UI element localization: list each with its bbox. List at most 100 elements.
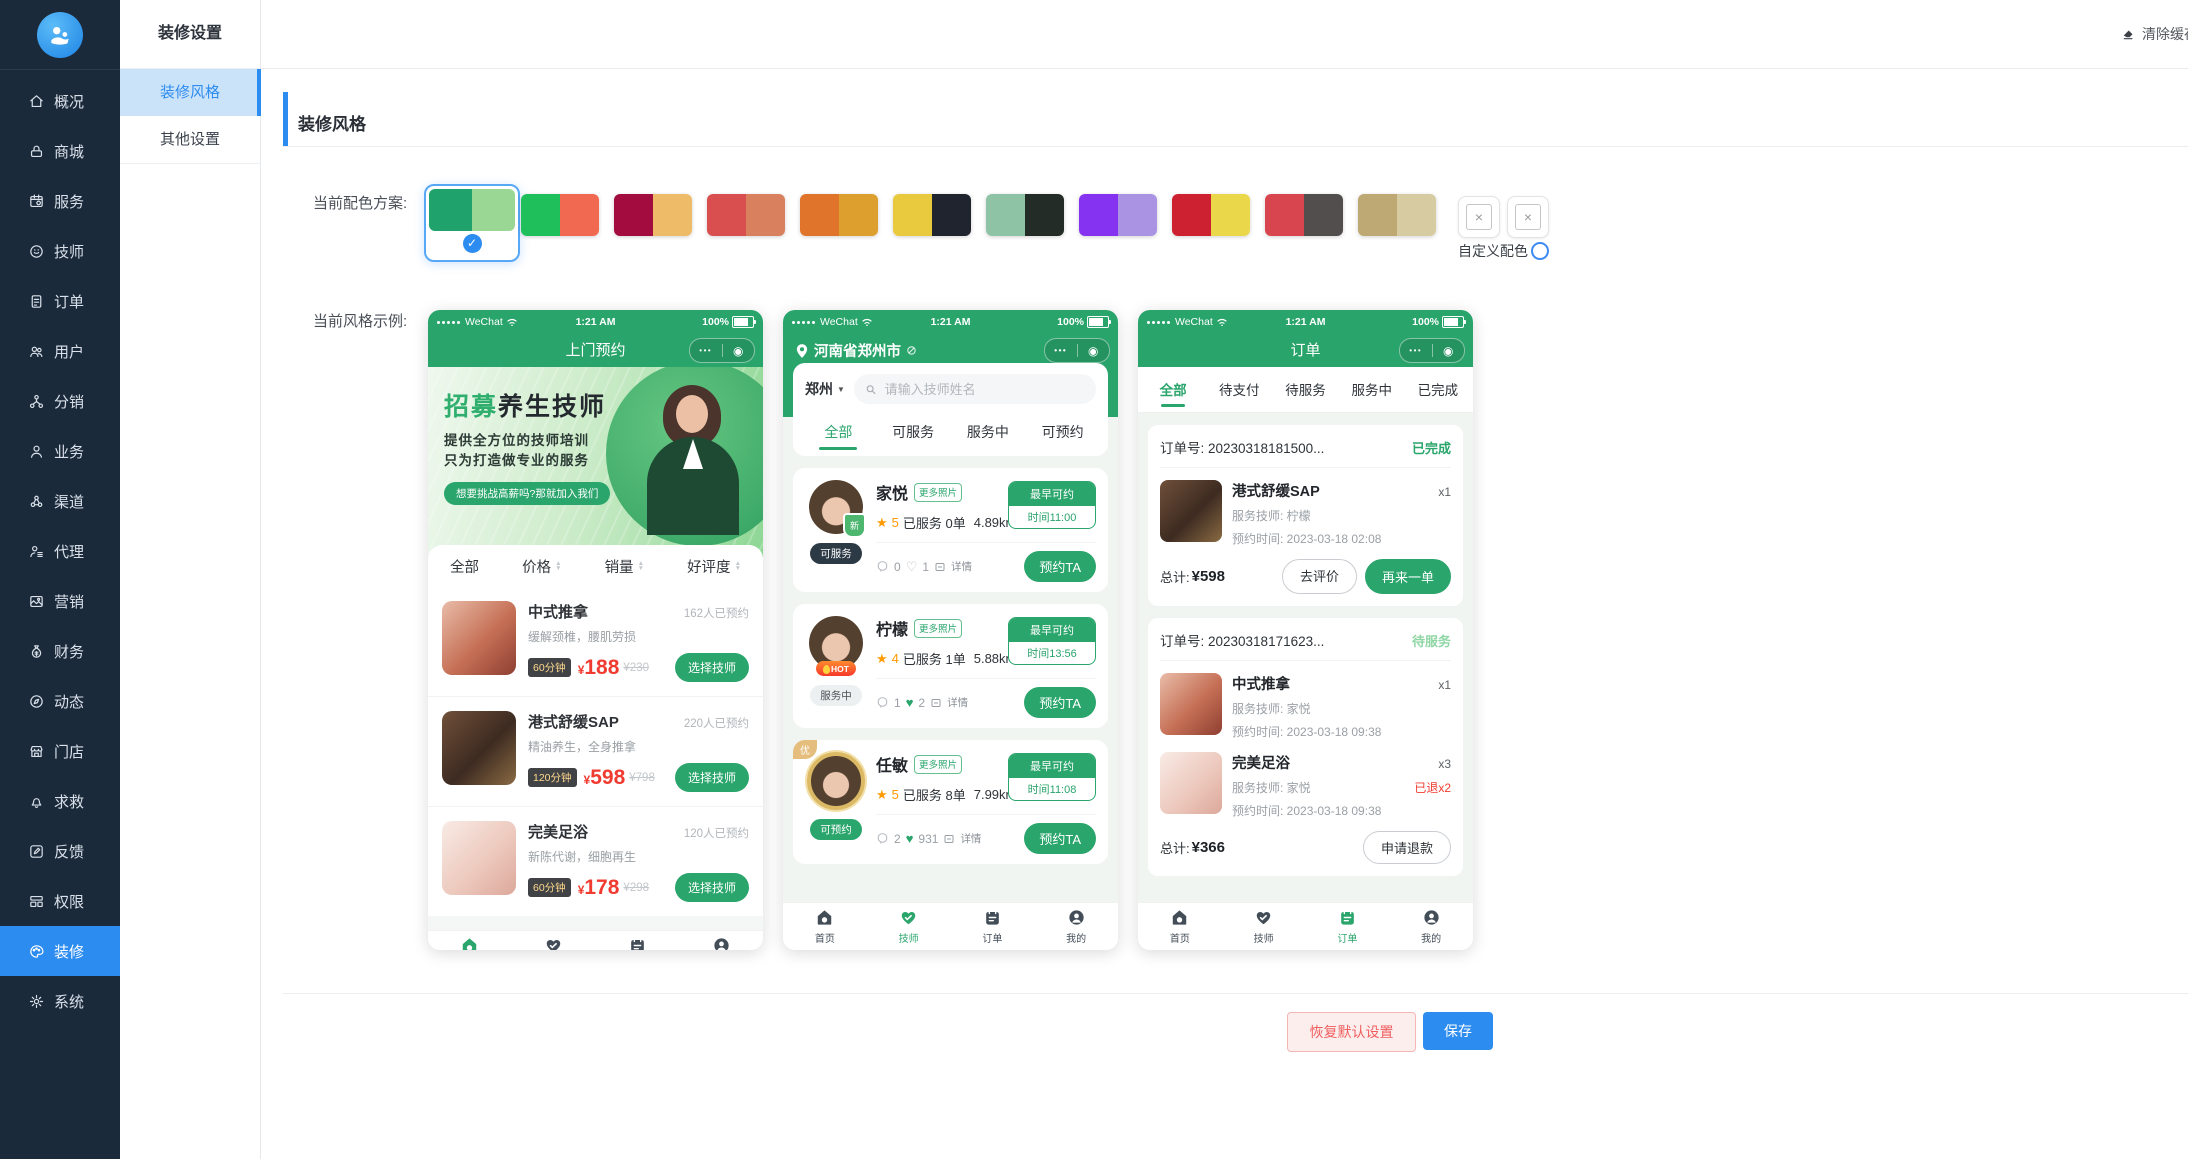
app-logo[interactable] [37, 12, 83, 58]
color-scheme-swatch[interactable] [614, 194, 692, 236]
order-card: 订单号: 20230318171623... 待服务 中式推拿x1 服务技师: … [1148, 618, 1463, 876]
color-scheme-swatch[interactable] [707, 194, 785, 236]
technician-page-body: 郑州▼ 全部 可服务 服务中 可预约 新 [783, 367, 1118, 902]
technician-avatar: 新 [809, 480, 863, 534]
status-badge: 可服务 [810, 543, 862, 564]
order-item-time: 预约时间: 2023-03-18 02:08 [1232, 530, 1381, 547]
sidebar-item-decoration[interactable]: 装修 [0, 926, 120, 976]
tab-unpaid: 待支付 [1206, 367, 1272, 412]
swatch-primary-color [521, 194, 560, 236]
new-badge: 新 [843, 513, 866, 538]
color-scheme-swatch[interactable] [1172, 194, 1250, 236]
close-circle-icon: ◉ [723, 344, 755, 358]
main-content: 清除缓存 装修风格 当前配色方案: ✓ × × 自定义配色 当前风格示例: [260, 0, 2188, 1159]
order-status: 待服务 [1412, 631, 1451, 650]
service-photo [442, 601, 516, 675]
color-scheme-swatch[interactable] [986, 194, 1064, 236]
sidebar-item-stores[interactable]: 门店 [0, 726, 120, 776]
style-preview-phone-technicians: WeChat 1:21 AM 100% 河南省郑州市 ••• ◉ 郑州▼ [783, 310, 1118, 950]
status-bar: WeChat 1:21 AM 100% [1138, 310, 1473, 334]
earliest-time: 时间11:08 [1009, 778, 1095, 800]
order-item: 中式推拿x1 服务技师: 家悦 预约时间: 2023-03-18 09:38 [1160, 673, 1451, 740]
sidebar-item-orders[interactable]: 订单 [0, 276, 120, 326]
color-scheme-swatch[interactable] [893, 194, 971, 236]
clock-label: 1:21 AM [1138, 316, 1473, 328]
profile-tab-icon [1067, 908, 1086, 927]
swatch-secondary-color [932, 194, 971, 236]
like-icon: ♥ [906, 831, 914, 846]
save-button[interactable]: 保存 [1423, 1012, 1493, 1050]
sidebar-item-label: 商城 [54, 141, 84, 162]
earliest-label: 最早可约 [1009, 618, 1095, 642]
status-bar: WeChat 1:21 AM 100% [783, 310, 1118, 334]
sidebar-item-label: 权限 [54, 891, 84, 912]
subsidebar-item-other-settings[interactable]: 其他设置 [120, 116, 260, 163]
like-count: 2 [918, 696, 925, 710]
more-icon: ••• [1045, 346, 1077, 355]
sidebar-item-business[interactable]: 业务 [0, 426, 120, 476]
order-item-name: 港式舒缓SAP [1232, 480, 1320, 501]
custom-primary-color-picker[interactable]: × [1458, 196, 1500, 238]
refunded-badge: 已退x2 [1414, 779, 1451, 796]
lock-bag-icon [28, 143, 45, 160]
technician-filter-tabs: 全部 可服务 服务中 可预约 [793, 409, 1108, 456]
sidebar-item-channels[interactable]: 渠道 [0, 476, 120, 526]
banner-join-pill: 想要挑战高薪吗?那就加入我们 [444, 482, 610, 505]
sidebar-item-mall[interactable]: 商城 [0, 126, 120, 176]
sidebar-item-distribution[interactable]: 分销 [0, 376, 120, 426]
color-scheme-swatch[interactable] [1079, 194, 1157, 236]
sort-sales: 销量▲▼ [605, 556, 644, 577]
home-tab-icon [460, 936, 479, 950]
detail-label: 详情 [951, 559, 972, 574]
subsidebar-item-decoration-style[interactable]: 装修风格 [120, 69, 260, 116]
color-scheme-swatch[interactable] [800, 194, 878, 236]
tab-home: 首页 [428, 931, 512, 950]
sidebar-item-system[interactable]: 系统 [0, 976, 120, 1026]
sidebar-item-finance[interactable]: 财务 [0, 626, 120, 676]
sidebar-item-feedback[interactable]: 反馈 [0, 826, 120, 876]
swatch-secondary-color [472, 189, 515, 231]
technician-avatar-gold-frame [807, 752, 865, 810]
order-item-qty: x1 [1438, 485, 1451, 499]
more-photos-tag: 更多照片 [914, 755, 962, 774]
sidebar-item-marketing[interactable]: 营销 [0, 576, 120, 626]
sidebar-item-permissions[interactable]: 权限 [0, 876, 120, 926]
sidebar-item-services[interactable]: 服务 [0, 176, 120, 226]
hot-badge: HOT [816, 661, 856, 676]
tab-technicians: 技师 [1222, 903, 1306, 950]
technician-card: 优 可预约 任敏 更多照片 ★5 已服务 8单 [793, 740, 1108, 864]
location-label: 河南省郑州市 [814, 340, 901, 361]
sidebar-item-users[interactable]: 用户 [0, 326, 120, 376]
tab-pending: 待服务 [1272, 367, 1338, 412]
custom-color-radio[interactable] [1531, 242, 1549, 260]
heart-tab-icon [544, 936, 563, 950]
sidebar-item-overview[interactable]: 概况 [0, 76, 120, 126]
nav-bar: 上门预约 ••• ◉ [428, 334, 763, 367]
custom-secondary-color-picker[interactable]: × [1507, 196, 1549, 238]
layout-icon [28, 893, 45, 910]
comment-icon [876, 696, 889, 709]
color-scheme-swatch-selected[interactable]: ✓ [424, 184, 520, 262]
color-scheme-swatch[interactable] [521, 194, 599, 236]
duration-badge: 120分钟 [528, 768, 577, 787]
sidebar-item-label: 营销 [54, 591, 84, 612]
hierarchy-icon [28, 393, 45, 410]
swatch-secondary-color [746, 194, 785, 236]
clear-cache-button[interactable]: 清除缓存 [2122, 24, 2188, 44]
sidebar-item-news[interactable]: 动态 [0, 676, 120, 726]
sidebar-item-technicians[interactable]: 技师 [0, 226, 120, 276]
color-scheme-swatch[interactable] [1265, 194, 1343, 236]
clock-label: 1:21 AM [428, 316, 763, 328]
tab-orders: 订单 [951, 903, 1035, 950]
color-scheme-swatch[interactable] [1358, 194, 1436, 236]
search-icon [865, 383, 877, 396]
empty-color-icon: × [1515, 204, 1541, 230]
restore-defaults-button[interactable]: 恢复默认设置 [1287, 1012, 1416, 1052]
sidebar-item-agents[interactable]: 代理 [0, 526, 120, 576]
sidebar-item-sos[interactable]: 求救 [0, 776, 120, 826]
bell-icon [28, 793, 45, 810]
book-ta-button: 预约TA [1024, 551, 1096, 582]
served-count: 已服务 1单 [903, 649, 966, 668]
tab-all: 全部 [1140, 367, 1206, 412]
detail-label: 详情 [947, 695, 968, 710]
